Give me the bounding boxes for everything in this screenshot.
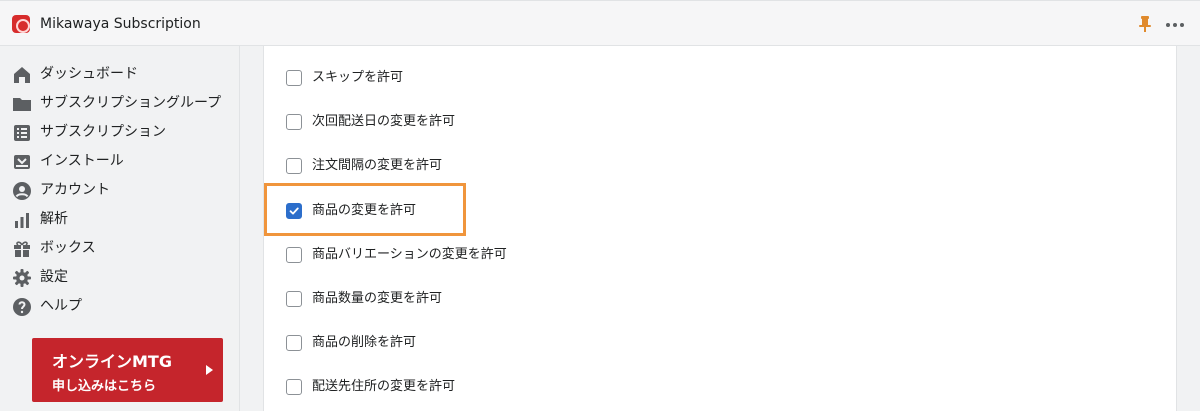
- option-label: 商品の削除を許可: [312, 335, 417, 350]
- option-label: 配送先住所の変更を許可: [312, 379, 456, 394]
- sidebar-item-label: ヘルプ: [40, 298, 82, 314]
- sidebar-item-subscriptions[interactable]: サブスクリプション: [0, 118, 240, 147]
- banner-title: オンラインMTG: [52, 352, 172, 371]
- more-icon[interactable]: [1164, 15, 1186, 33]
- checkbox[interactable]: [286, 158, 302, 174]
- option-allow-quantity-change[interactable]: 商品数量の変更を許可: [264, 284, 1164, 314]
- sidebar-item-help[interactable]: ヘルプ: [0, 292, 240, 321]
- inbox-icon: [14, 155, 30, 169]
- option-allow-product-removal[interactable]: 商品の削除を許可: [264, 328, 1164, 358]
- option-allow-order-interval-change[interactable]: 注文間隔の変更を許可: [264, 151, 1164, 181]
- gear-icon: [13, 269, 31, 287]
- option-allow-product-change[interactable]: 商品の変更を許可: [264, 196, 1164, 226]
- permissions-panel: スキップを許可 次回配送日の変更を許可 注文間隔の変更を許可 商品の変更を許可 …: [264, 46, 1176, 411]
- checkbox[interactable]: [286, 70, 302, 86]
- option-allow-next-delivery-date-change[interactable]: 次回配送日の変更を許可: [264, 107, 1164, 137]
- sidebar-item-dashboard[interactable]: ダッシュボード: [0, 60, 240, 89]
- checkbox[interactable]: [286, 291, 302, 307]
- sidebar-item-subscription-groups[interactable]: サブスクリプショングループ: [0, 89, 240, 118]
- checkbox-checked[interactable]: [286, 203, 302, 219]
- app-logo-icon: [12, 15, 30, 33]
- sidebar-item-label: サブスクリプション: [40, 124, 166, 140]
- banner-subtitle: 申し込みはこちら: [52, 379, 157, 394]
- sidebar: ダッシュボード サブスクリプショングループ サブスクリプション インストール ア…: [0, 46, 240, 411]
- app-title: Mikawaya Subscription: [40, 16, 201, 32]
- option-allow-shipping-address-change[interactable]: 配送先住所の変更を許可: [264, 372, 1164, 402]
- option-label: スキップを許可: [312, 70, 404, 85]
- option-label: 商品数量の変更を許可: [312, 291, 443, 306]
- option-label: 注文間隔の変更を許可: [312, 158, 443, 173]
- home-icon: [14, 67, 30, 83]
- list-icon: [14, 125, 30, 141]
- help-icon: [13, 298, 31, 316]
- sidebar-item-label: ボックス: [40, 240, 96, 256]
- sidebar-item-label: ダッシュボード: [40, 66, 138, 82]
- sidebar-item-box[interactable]: ボックス: [0, 234, 240, 263]
- sidebar-item-label: 解析: [40, 211, 68, 227]
- option-allow-skip[interactable]: スキップを許可: [264, 63, 1164, 93]
- folder-icon: [13, 98, 31, 111]
- sidebar-item-install[interactable]: インストール: [0, 147, 240, 176]
- online-mtg-banner[interactable]: オンラインMTG 申し込みはこちら: [32, 338, 223, 402]
- checkmark-icon: [289, 207, 299, 215]
- analytics-icon: [15, 213, 29, 228]
- checkbox[interactable]: [286, 335, 302, 351]
- pin-icon[interactable]: [1138, 15, 1152, 33]
- sidebar-item-account[interactable]: アカウント: [0, 176, 240, 205]
- option-allow-variant-change[interactable]: 商品バリエーションの変更を許可: [264, 240, 1164, 270]
- option-label: 商品の変更を許可: [312, 203, 417, 218]
- arrow-right-icon: [206, 365, 213, 375]
- sidebar-item-label: アカウント: [40, 182, 110, 198]
- sidebar-item-analytics[interactable]: 解析: [0, 205, 240, 234]
- top-bar: Mikawaya Subscription: [0, 0, 1200, 46]
- checkbox[interactable]: [286, 114, 302, 130]
- user-icon: [13, 182, 31, 200]
- sidebar-item-label: インストール: [40, 153, 124, 169]
- option-label: 次回配送日の変更を許可: [312, 114, 456, 129]
- option-label: 商品バリエーションの変更を許可: [312, 247, 507, 262]
- checkbox[interactable]: [286, 379, 302, 395]
- checkbox[interactable]: [286, 247, 302, 263]
- sidebar-item-settings[interactable]: 設定: [0, 263, 240, 292]
- gift-icon: [14, 241, 30, 257]
- sidebar-item-label: 設定: [40, 269, 68, 285]
- sidebar-item-label: サブスクリプショングループ: [40, 95, 222, 111]
